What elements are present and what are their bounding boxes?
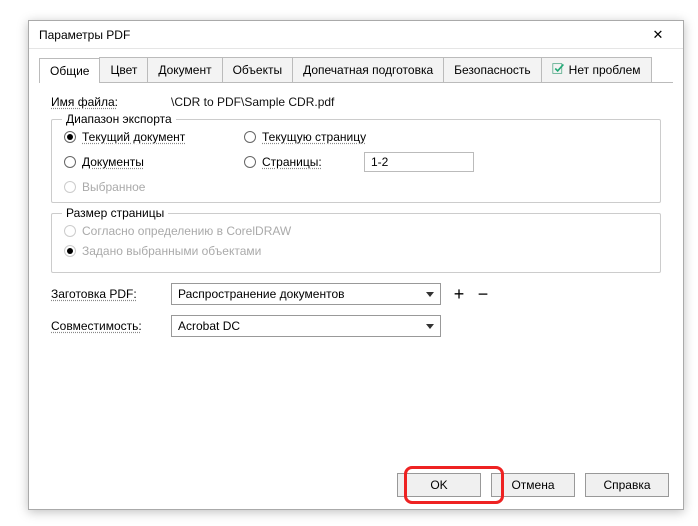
radio-icon: [64, 245, 76, 257]
tab-content-general: Имя файла: \CDR to PDF\Sample CDR.pdf Ди…: [29, 83, 683, 349]
button-label: Справка: [603, 478, 650, 492]
tab-label: Нет проблем: [569, 63, 641, 77]
radio-icon: [64, 131, 76, 143]
radio-label: Текущую страницу: [262, 130, 366, 144]
tab-label: Объекты: [233, 63, 283, 77]
radio-icon: [64, 181, 76, 193]
radio-selection: Выбранное: [64, 180, 244, 194]
export-range-group: Диапазон экспорта Текущий документ Текущ…: [51, 119, 661, 203]
tab-label: Документ: [158, 63, 211, 77]
tab-prepress[interactable]: Допечатная подготовка: [292, 57, 444, 82]
button-label: Отмена: [511, 478, 554, 492]
preset-plus-minus: + −: [451, 284, 491, 305]
window-title: Параметры PDF: [39, 28, 639, 42]
filename-value: \CDR to PDF\Sample CDR.pdf: [171, 95, 334, 109]
radio-icon: [244, 131, 256, 143]
remove-preset-button[interactable]: −: [475, 284, 491, 305]
radio-as-corel: Согласно определению в CorelDRAW: [64, 224, 648, 238]
filename-row: Имя файла: \CDR to PDF\Sample CDR.pdf: [51, 95, 661, 109]
page-size-title: Размер страницы: [62, 206, 168, 220]
preset-dropdown[interactable]: Распространение документов: [171, 283, 441, 305]
radio-label: Текущий документ: [82, 130, 185, 144]
titlebar: Параметры PDF ✕: [29, 21, 683, 49]
tab-noissues[interactable]: Нет проблем: [541, 57, 652, 82]
radio-label: Страницы:: [262, 155, 322, 169]
compatibility-row: Совместимость: Acrobat DC: [51, 315, 661, 337]
button-label: OK: [430, 478, 447, 492]
radio-documents[interactable]: Документы: [64, 155, 244, 169]
radio-icon: [64, 156, 76, 168]
dropdown-value: Распространение документов: [178, 287, 345, 301]
tab-security[interactable]: Безопасность: [443, 57, 542, 82]
dialog-footer: OK Отмена Справка: [397, 473, 669, 497]
radio-label: Выбранное: [82, 180, 145, 194]
tab-document[interactable]: Документ: [147, 57, 222, 82]
check-icon: [552, 62, 565, 78]
close-icon[interactable]: ✕: [639, 23, 677, 47]
tab-label: Общие: [50, 64, 89, 78]
chevron-down-icon: [426, 292, 434, 297]
ok-button[interactable]: OK: [397, 473, 481, 497]
tab-label: Безопасность: [454, 63, 531, 77]
compat-label: Совместимость:: [51, 319, 171, 333]
chevron-down-icon: [426, 324, 434, 329]
tab-objects[interactable]: Объекты: [222, 57, 294, 82]
radio-current-page[interactable]: Текущую страницу: [244, 130, 648, 144]
radio-pages[interactable]: Страницы:: [244, 155, 364, 169]
export-range-title: Диапазон экспорта: [62, 112, 176, 126]
radio-label: Задано выбранными объектами: [82, 244, 261, 258]
tab-strip: Общие Цвет Документ Объекты Допечатная п…: [39, 57, 673, 83]
radio-label: Согласно определению в CorelDRAW: [82, 224, 291, 238]
page-size-group: Размер страницы Согласно определению в C…: [51, 213, 661, 273]
radio-by-selected: Задано выбранными объектами: [64, 244, 648, 258]
add-preset-button[interactable]: +: [451, 284, 467, 305]
filename-label: Имя файла:: [51, 95, 171, 109]
pages-input[interactable]: [364, 152, 474, 172]
radio-icon: [244, 156, 256, 168]
radio-icon: [64, 225, 76, 237]
pdf-preset-row: Заготовка PDF: Распространение документо…: [51, 283, 661, 305]
radio-current-document[interactable]: Текущий документ: [64, 130, 244, 144]
compat-dropdown[interactable]: Acrobat DC: [171, 315, 441, 337]
cancel-button[interactable]: Отмена: [491, 473, 575, 497]
preset-label: Заготовка PDF:: [51, 287, 171, 301]
tab-color[interactable]: Цвет: [99, 57, 148, 82]
help-button[interactable]: Справка: [585, 473, 669, 497]
tab-label: Цвет: [110, 63, 137, 77]
tab-label: Допечатная подготовка: [303, 63, 433, 77]
pdf-settings-dialog: Параметры PDF ✕ Общие Цвет Документ Объе…: [28, 20, 684, 510]
tab-general[interactable]: Общие: [39, 58, 100, 83]
dropdown-value: Acrobat DC: [178, 319, 240, 333]
radio-label: Документы: [82, 155, 144, 169]
